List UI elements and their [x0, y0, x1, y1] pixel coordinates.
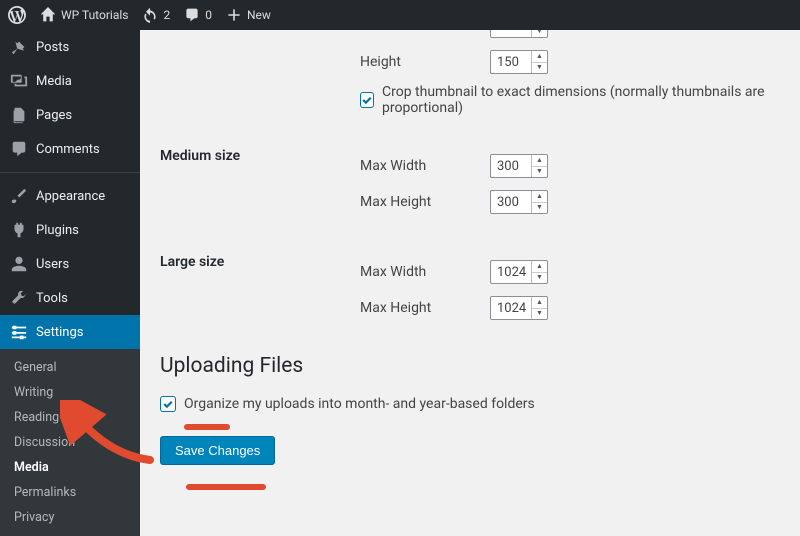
medium-max-width-input[interactable]: 300 ▲▼	[490, 154, 548, 178]
submenu-media[interactable]: Media	[0, 455, 140, 480]
site-name-menu[interactable]: WP Tutorials	[40, 7, 128, 23]
crop-thumbnail-label: Crop thumbnail to exact dimensions (norm…	[382, 84, 780, 116]
plus-icon	[226, 7, 242, 23]
pin-icon	[10, 38, 28, 56]
input-value: 300	[497, 159, 519, 174]
spinner-buttons[interactable]: ▲▼	[531, 30, 547, 37]
uploading-files-heading: Uploading Files	[160, 354, 780, 378]
submenu-privacy[interactable]: Privacy	[0, 505, 140, 530]
input-value: 150	[497, 30, 519, 34]
medium-max-height-label: Max Height	[360, 194, 490, 210]
settings-submenu: General Writing Reading Discussion Media…	[0, 349, 140, 536]
menu-separator	[0, 172, 140, 173]
wrench-icon	[10, 289, 28, 307]
thumbnail-width-label: Width	[360, 30, 490, 34]
thumbnail-height-input[interactable]: 150 ▲▼	[490, 50, 548, 74]
menu-pages[interactable]: Pages	[0, 98, 140, 132]
site-title: WP Tutorials	[61, 8, 128, 22]
input-value: 1024	[497, 265, 526, 280]
refresh-icon	[142, 7, 158, 23]
menu-tools[interactable]: Tools	[0, 281, 140, 315]
menu-label: Comments	[36, 142, 100, 157]
menu-media[interactable]: Media	[0, 64, 140, 98]
page-icon	[10, 106, 28, 124]
updates-count: 2	[163, 8, 170, 22]
check-icon	[361, 94, 373, 106]
large-max-height-input[interactable]: 1024 ▲▼	[490, 296, 548, 320]
organize-uploads-label: Organize my uploads into month- and year…	[184, 396, 535, 412]
medium-size-label: Medium size	[160, 148, 360, 164]
thumbnail-height-label: Height	[360, 54, 490, 70]
menu-label: Posts	[36, 40, 69, 55]
menu-label: Appearance	[36, 189, 105, 204]
check-icon	[162, 398, 174, 410]
settings-content: Thumbnail size Width 150 ▲▼ Height 150 ▲…	[140, 30, 800, 514]
save-changes-button[interactable]: Save Changes	[160, 436, 275, 465]
comments-count: 0	[205, 8, 212, 22]
thumbnail-width-input[interactable]: 150 ▲▼	[490, 30, 548, 38]
brush-icon	[10, 187, 28, 205]
home-icon	[40, 7, 56, 23]
submenu-discussion[interactable]: Discussion	[0, 430, 140, 455]
menu-plugins[interactable]: Plugins	[0, 213, 140, 247]
menu-settings[interactable]: Settings	[0, 315, 140, 349]
medium-max-height-input[interactable]: 300 ▲▼	[490, 190, 548, 214]
media-icon	[10, 72, 28, 90]
large-max-height-label: Max Height	[360, 300, 490, 316]
spinner-buttons[interactable]: ▲▼	[531, 191, 547, 213]
menu-comments[interactable]: Comments	[0, 132, 140, 166]
input-value: 1024	[497, 301, 526, 316]
submenu-general[interactable]: General	[0, 355, 140, 380]
new-label: New	[247, 8, 271, 22]
spinner-buttons[interactable]: ▲▼	[531, 297, 547, 319]
menu-label: Tools	[36, 291, 68, 306]
new-content-menu[interactable]: New	[226, 7, 271, 23]
input-value: 150	[497, 55, 519, 70]
large-max-width-label: Max Width	[360, 264, 490, 280]
medium-max-width-label: Max Width	[360, 158, 490, 174]
submenu-writing[interactable]: Writing	[0, 380, 140, 405]
users-icon	[10, 255, 28, 273]
menu-label: Users	[36, 257, 69, 272]
menu-users[interactable]: Users	[0, 247, 140, 281]
admin-bar: WP Tutorials 2 0 New	[0, 0, 800, 30]
submenu-permalinks[interactable]: Permalinks	[0, 480, 140, 505]
crop-thumbnail-checkbox[interactable]	[360, 92, 374, 108]
large-max-width-input[interactable]: 1024 ▲▼	[490, 260, 548, 284]
comment-icon	[184, 7, 200, 23]
menu-label: Media	[36, 74, 72, 89]
large-size-label: Large size	[160, 254, 360, 270]
comment-icon	[10, 140, 28, 158]
organize-uploads-checkbox[interactable]	[160, 396, 176, 412]
admin-sidebar: Posts Media Pages Comments Appearance Pl…	[0, 30, 140, 514]
submenu-reading[interactable]: Reading	[0, 405, 140, 430]
comments-menu[interactable]: 0	[184, 7, 212, 23]
menu-appearance[interactable]: Appearance	[0, 179, 140, 213]
spinner-buttons[interactable]: ▲▼	[531, 51, 547, 73]
plugin-icon	[10, 221, 28, 239]
menu-label: Pages	[36, 108, 72, 123]
wordpress-icon	[8, 6, 26, 24]
menu-posts[interactable]: Posts	[0, 30, 140, 64]
menu-label: Plugins	[36, 223, 79, 238]
updates-menu[interactable]: 2	[142, 7, 170, 23]
spinner-buttons[interactable]: ▲▼	[531, 261, 547, 283]
input-value: 300	[497, 195, 519, 210]
sliders-icon	[10, 323, 28, 341]
wp-logo-menu[interactable]	[8, 6, 26, 24]
spinner-buttons[interactable]: ▲▼	[531, 155, 547, 177]
menu-label: Settings	[36, 325, 83, 340]
